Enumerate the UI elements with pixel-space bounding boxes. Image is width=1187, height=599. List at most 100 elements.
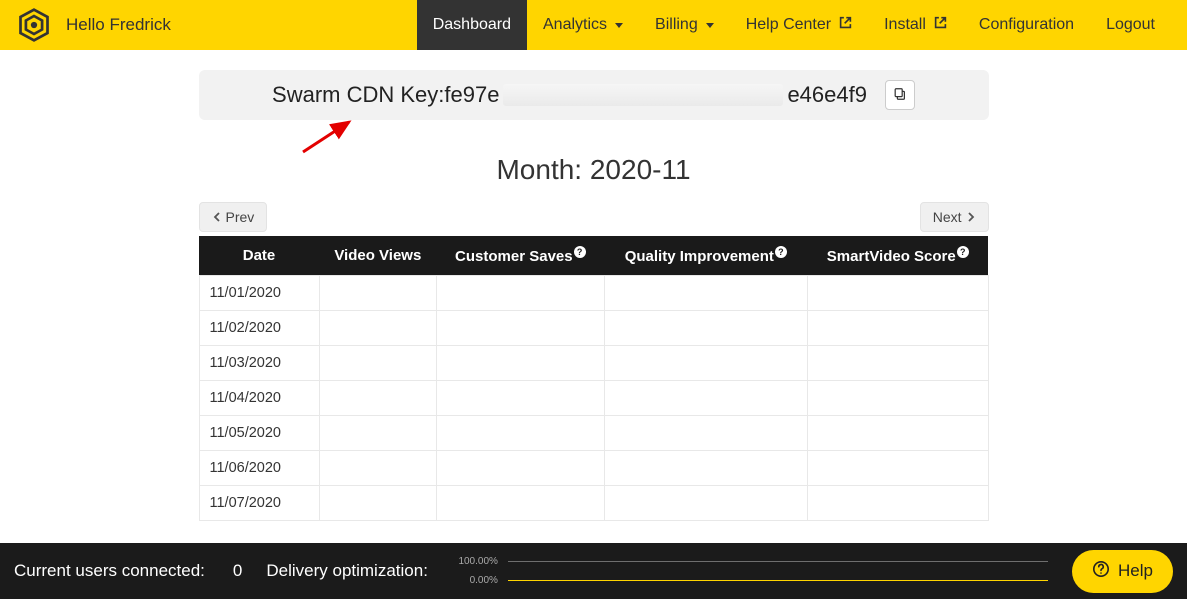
external-link-icon <box>934 16 947 34</box>
cell-saves <box>437 451 604 486</box>
greeting-text: Hello Fredrick <box>66 15 171 35</box>
copy-key-button[interactable] <box>885 80 915 110</box>
nav-install[interactable]: Install <box>868 0 963 50</box>
cell-saves <box>437 346 604 381</box>
table-row: 11/03/2020 <box>199 346 988 381</box>
cdn-key-suffix: e46e4f9 <box>787 82 867 108</box>
nav-billing[interactable]: Billing <box>639 0 730 50</box>
nav-analytics[interactable]: Analytics <box>527 0 639 50</box>
annotation-arrow-icon <box>299 116 359 156</box>
help-circle-icon <box>1092 560 1110 583</box>
cdn-key-label: Swarm CDN Key: <box>272 82 444 108</box>
cell-date: 11/07/2020 <box>199 486 319 521</box>
meter-pct-low: 0.00% <box>452 575 498 586</box>
help-icon[interactable]: ? <box>574 246 586 258</box>
cell-quality <box>604 276 808 311</box>
prev-label: Prev <box>226 209 255 225</box>
external-link-icon <box>839 16 852 34</box>
table-row: 11/06/2020 <box>199 451 988 486</box>
cell-date: 11/05/2020 <box>199 416 319 451</box>
cell-saves <box>437 381 604 416</box>
help-icon[interactable]: ? <box>957 246 969 258</box>
cell-score <box>808 451 988 486</box>
meter-bar-high <box>508 561 1048 562</box>
help-button[interactable]: Help <box>1072 550 1173 593</box>
col-saves: Customer Saves? <box>437 236 604 276</box>
table-row: 11/02/2020 <box>199 311 988 346</box>
nav-analytics-label: Analytics <box>543 16 607 34</box>
navbar: Hello Fredrick Dashboard Analytics Billi… <box>0 0 1187 50</box>
cell-quality <box>604 451 808 486</box>
cell-views <box>319 451 437 486</box>
users-connected-count: 0 <box>233 561 242 581</box>
col-quality: Quality Improvement? <box>604 236 808 276</box>
nav-install-label: Install <box>884 16 926 34</box>
table-row: 11/04/2020 <box>199 381 988 416</box>
cell-date: 11/03/2020 <box>199 346 319 381</box>
nav-logout[interactable]: Logout <box>1090 0 1171 50</box>
cell-quality <box>604 381 808 416</box>
main-container: Swarm CDN Key: fe97e e46e4f9 Month: 2020… <box>199 70 989 521</box>
cdn-key-mask <box>503 84 783 106</box>
stats-table: Date Video Views Customer Saves? Quality… <box>199 236 989 521</box>
cell-saves <box>437 311 604 346</box>
copy-icon <box>893 87 907 104</box>
cell-date: 11/06/2020 <box>199 451 319 486</box>
help-icon[interactable]: ? <box>775 246 787 258</box>
users-connected-label: Current users connected: <box>14 561 205 581</box>
cell-views <box>319 381 437 416</box>
col-date: Date <box>199 236 319 276</box>
next-button[interactable]: Next <box>920 202 989 232</box>
cdn-key-panel: Swarm CDN Key: fe97e e46e4f9 <box>199 70 989 120</box>
caret-down-icon <box>615 23 623 28</box>
cell-quality <box>604 486 808 521</box>
cell-saves <box>437 486 604 521</box>
chevron-left-icon <box>212 209 222 225</box>
cell-views <box>319 486 437 521</box>
cell-views <box>319 276 437 311</box>
brand-logo <box>16 7 52 43</box>
meter-pct-high: 100.00% <box>452 556 498 567</box>
cell-saves <box>437 276 604 311</box>
cell-score <box>808 276 988 311</box>
chevron-right-icon <box>966 209 976 225</box>
cdn-key-prefix: fe97e <box>444 82 499 108</box>
cell-date: 11/04/2020 <box>199 381 319 416</box>
caret-down-icon <box>706 23 714 28</box>
next-label: Next <box>933 209 962 225</box>
table-row: 11/05/2020 <box>199 416 988 451</box>
cell-views <box>319 311 437 346</box>
cell-score <box>808 346 988 381</box>
cell-quality <box>604 416 808 451</box>
footer-bar: Current users connected: 0 Delivery opti… <box>0 543 1187 599</box>
month-title: Month: 2020-11 <box>199 154 989 186</box>
help-button-label: Help <box>1118 561 1153 581</box>
cell-date: 11/01/2020 <box>199 276 319 311</box>
prev-button[interactable]: Prev <box>199 202 268 232</box>
cell-saves <box>437 416 604 451</box>
pager: Prev Next <box>199 202 989 232</box>
nav-configuration-label: Configuration <box>979 16 1074 34</box>
table-row: 11/01/2020 <box>199 276 988 311</box>
nav-dashboard-label: Dashboard <box>433 16 511 34</box>
table-row: 11/07/2020 <box>199 486 988 521</box>
delivery-opt-label: Delivery optimization: <box>266 561 428 581</box>
cell-date: 11/02/2020 <box>199 311 319 346</box>
cell-score <box>808 486 988 521</box>
cell-quality <box>604 346 808 381</box>
cell-score <box>808 311 988 346</box>
cell-views <box>319 416 437 451</box>
cell-views <box>319 346 437 381</box>
delivery-opt-meter: 100.00% 0.00% <box>452 550 1048 592</box>
nav-help-center-label: Help Center <box>746 16 831 34</box>
nav-dashboard[interactable]: Dashboard <box>417 0 527 50</box>
cell-score <box>808 416 988 451</box>
nav-configuration[interactable]: Configuration <box>963 0 1090 50</box>
col-views: Video Views <box>319 236 437 276</box>
cell-quality <box>604 311 808 346</box>
nav-help-center[interactable]: Help Center <box>730 0 868 50</box>
col-score: SmartVideo Score? <box>808 236 988 276</box>
meter-bar-low <box>508 580 1048 581</box>
nav-billing-label: Billing <box>655 16 698 34</box>
nav-logout-label: Logout <box>1106 16 1155 34</box>
